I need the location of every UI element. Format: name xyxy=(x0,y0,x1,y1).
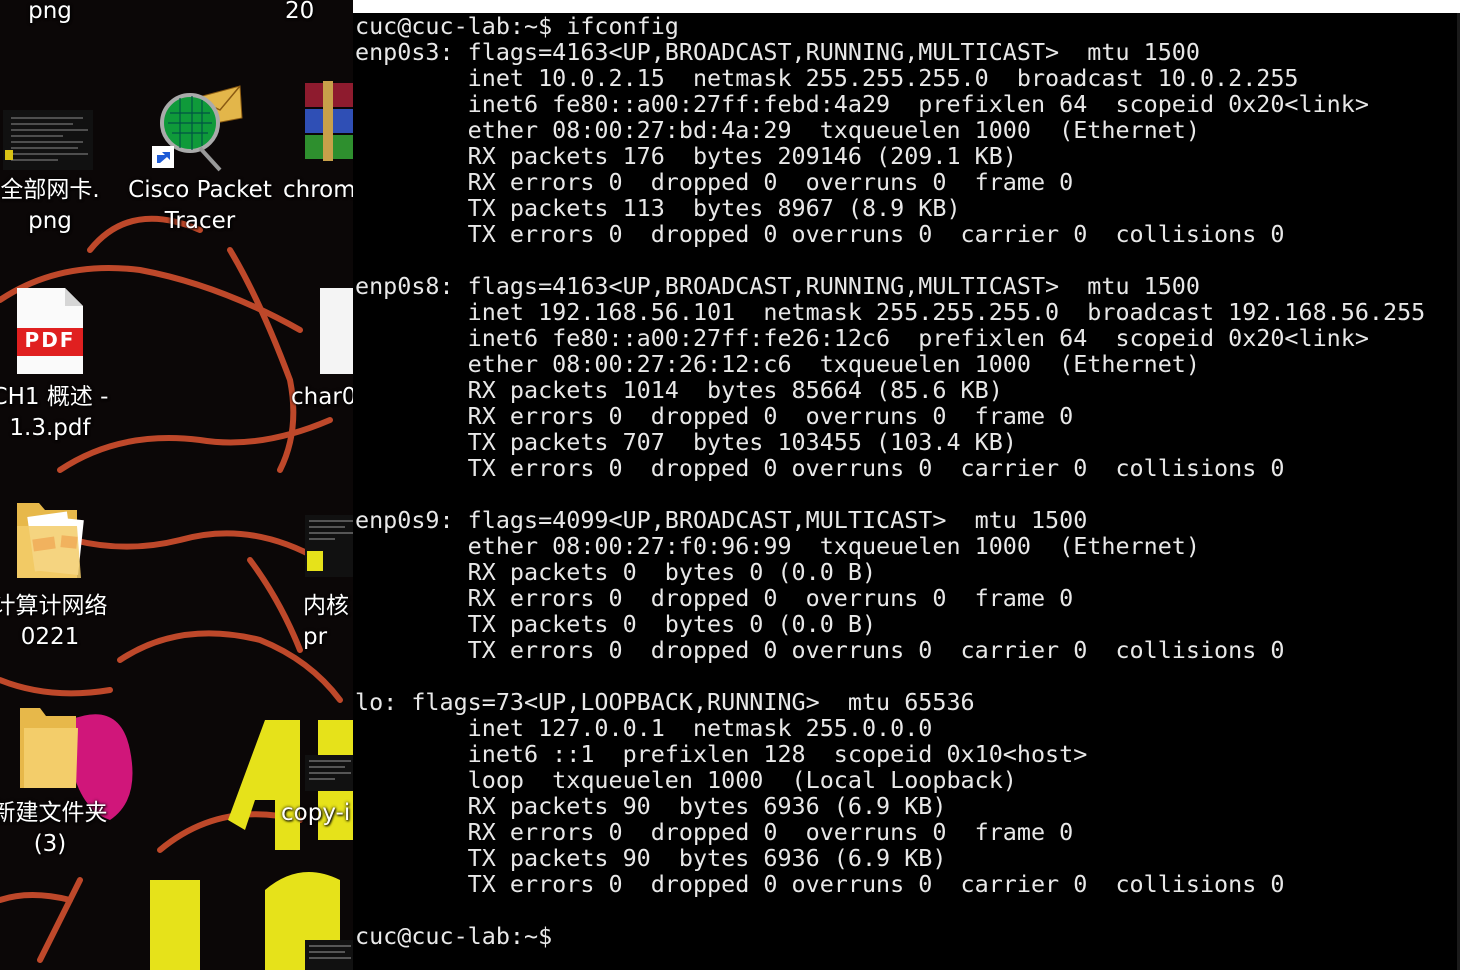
terminal-window[interactable]: cuc@cuc-lab:~$ ifconfig enp0s3: flags=41… xyxy=(353,13,1460,970)
desktop-icon-label: png xyxy=(28,0,72,24)
pdf-badge: PDF xyxy=(24,328,76,352)
cisco-packet-tracer-icon xyxy=(152,85,243,172)
desktop-icon-label: Cisco Packet Tracer xyxy=(128,177,272,234)
archive-icon xyxy=(305,81,355,161)
image-thumbnail-icon xyxy=(305,515,355,577)
desktop-icon-label: CH1 概述 - 1.3.pdf xyxy=(0,384,109,441)
terminal-output: cuc@cuc-lab:~$ ifconfig enp0s3: flags=41… xyxy=(355,13,1426,898)
folder-icon xyxy=(20,708,78,788)
terminal-prompt[interactable]: cuc@cuc-lab:~$ xyxy=(355,923,566,949)
image-thumbnail-icon xyxy=(305,940,355,970)
image-thumbnail-icon xyxy=(3,110,93,170)
folder-with-pdf-icon xyxy=(17,503,84,578)
image-thumbnail-icon xyxy=(305,755,355,791)
desktop-icon-label: 计算计网络 0221 xyxy=(0,593,108,650)
window-top-strip xyxy=(353,0,1460,13)
desktop-icon-label: 新建文件夹 (3) xyxy=(0,800,108,857)
